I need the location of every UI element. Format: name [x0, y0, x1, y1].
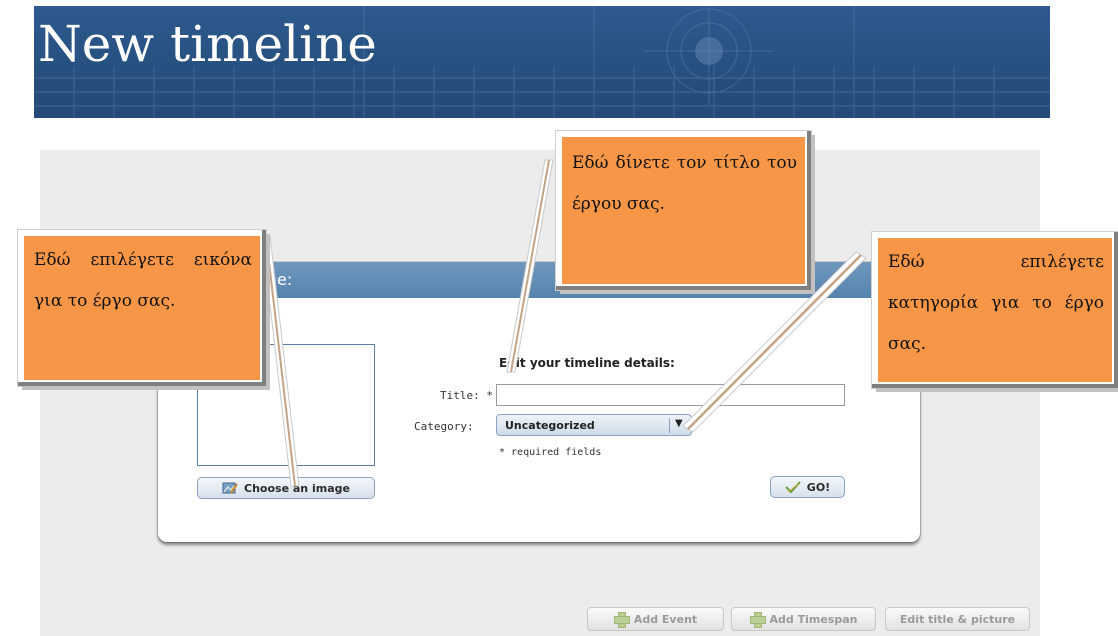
- title-label: Title: *: [440, 389, 493, 402]
- category-select[interactable]: Uncategorized ▼: [496, 414, 692, 436]
- add-timespan-label: Add Timespan: [769, 612, 858, 626]
- required-fields-note: * required fields: [499, 447, 602, 458]
- category-label: Category:: [414, 420, 474, 433]
- add-event-label: Add Event: [633, 612, 698, 626]
- go-label: GO!: [806, 480, 831, 494]
- add-event-button[interactable]: Add Event: [587, 607, 724, 631]
- plus-icon: [613, 612, 630, 628]
- plus-icon: [749, 612, 766, 628]
- image-callout: Εδώ επιλέγετε εικόνα για το έργο σας.: [18, 230, 266, 386]
- title-callout: Εδώ δίνετε τον τίτλο του έργου σας.: [556, 131, 811, 290]
- edit-title-picture-label: Edit title & picture: [899, 612, 1016, 626]
- chevron-down-icon: ▼: [675, 418, 683, 429]
- select-divider: [669, 418, 670, 433]
- title-banner: New timeline: [34, 6, 1050, 118]
- details-heading: Edit your timeline details:: [499, 356, 675, 370]
- go-button[interactable]: GO!: [770, 476, 845, 498]
- image-edit-icon: [222, 482, 238, 494]
- choose-image-label: Choose an image: [244, 481, 350, 495]
- edit-title-picture-button[interactable]: Edit title & picture: [885, 607, 1030, 631]
- category-value: Uncategorized: [505, 419, 595, 432]
- choose-image-button[interactable]: Choose an image: [197, 477, 375, 499]
- slide-title: New timeline: [38, 15, 377, 73]
- add-timespan-button[interactable]: Add Timespan: [731, 607, 876, 631]
- slide: New timeline line: Choose an image Edit …: [0, 0, 1118, 636]
- title-input[interactable]: [496, 384, 845, 406]
- checkmark-icon: [785, 481, 801, 493]
- category-callout: Εδώ επιλέγετε κατηγορία για το έργο σας.: [872, 232, 1118, 388]
